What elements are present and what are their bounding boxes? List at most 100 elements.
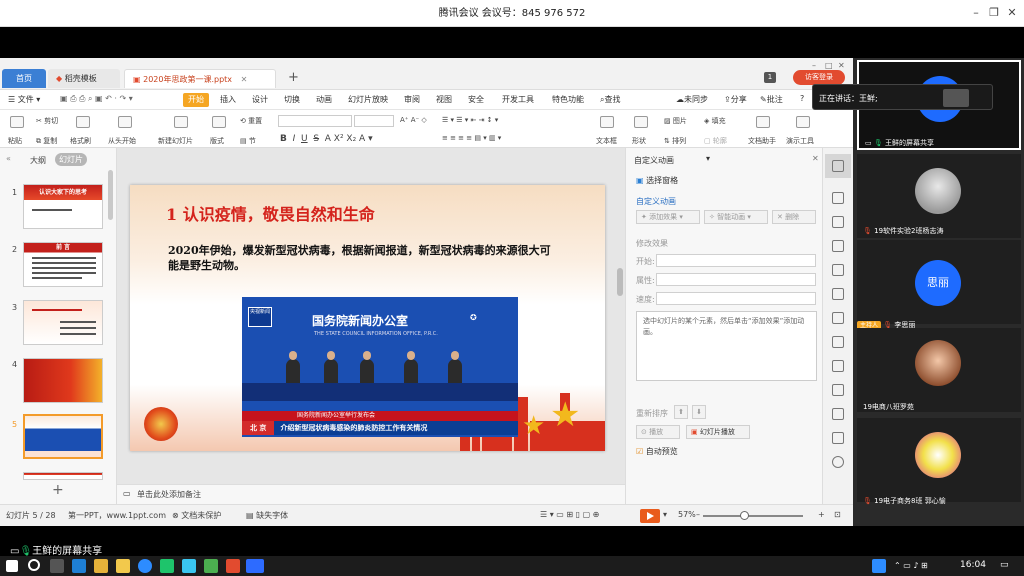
- store-icon[interactable]: [94, 559, 108, 573]
- slide-body-text[interactable]: 2020年伊始，爆发新型冠状病毒，根据新闻报道，新型冠状病毒的来源很大可能是野生…: [168, 243, 558, 273]
- notification-icon[interactable]: ▭: [1000, 560, 1009, 570]
- file-menu[interactable]: ☰ 文件 ▾: [8, 94, 40, 105]
- doc-assist-label[interactable]: 文档助手: [748, 136, 776, 146]
- menu-insert[interactable]: 插入: [220, 94, 236, 105]
- thumbnail-scrollbar[interactable]: [108, 170, 113, 220]
- location-tool-icon[interactable]: [832, 240, 844, 252]
- start-select[interactable]: [656, 254, 816, 267]
- layers-tool-icon[interactable]: [832, 288, 844, 300]
- help-icon[interactable]: ?: [800, 94, 804, 103]
- notes-bar[interactable]: ▭ 单击此处添加备注: [117, 484, 625, 504]
- browser-icon[interactable]: [138, 559, 152, 573]
- image-button[interactable]: ▨ 图片: [664, 116, 687, 126]
- pane-close-icon[interactable]: ✕: [812, 154, 819, 163]
- menu-start[interactable]: 开始: [183, 93, 209, 107]
- design-tool-icon[interactable]: [832, 264, 844, 276]
- tab-slides[interactable]: 幻灯片: [55, 153, 87, 166]
- sync-status[interactable]: ☁未同步: [676, 94, 708, 105]
- new-tab-icon[interactable]: +: [288, 70, 299, 85]
- more-tool-icon[interactable]: [832, 456, 844, 468]
- from-start-icon[interactable]: [118, 116, 132, 128]
- section-button[interactable]: ▤ 节: [240, 136, 256, 146]
- new-slide-label[interactable]: 新建幻灯片: [158, 136, 193, 146]
- font-grow-icons[interactable]: A⁺ A⁻ ◇: [400, 116, 427, 124]
- press-conference-photo[interactable]: 央视新闻 国务院新闻办公室 THE STATE COUNCIL INFORMAT…: [242, 297, 518, 437]
- slideshow-play-button[interactable]: ▣ 幻灯片播放: [686, 425, 750, 439]
- menu-animation[interactable]: 动画: [316, 94, 332, 105]
- zoom-level[interactable]: 57%: [678, 510, 696, 519]
- zoom-in-icon[interactable]: +: [818, 510, 825, 519]
- pane-title[interactable]: 自定义动画: [634, 155, 674, 166]
- arrange-button[interactable]: ⇅ 排列: [664, 136, 686, 146]
- animation-list[interactable]: 选中幻灯片的某个元素，然后单击“添加效果”添加动画。: [636, 311, 817, 381]
- tab-close-icon[interactable]: ✕: [241, 75, 248, 84]
- zoom-slider[interactable]: [703, 515, 803, 517]
- font-name-select[interactable]: [278, 115, 352, 127]
- move-up-icon[interactable]: ⬆: [674, 405, 688, 419]
- search-icon[interactable]: [28, 559, 40, 571]
- presentation-tools-icon[interactable]: [796, 116, 810, 128]
- format-painter-icon[interactable]: [76, 116, 90, 128]
- slide-thumbnail-4[interactable]: [23, 358, 103, 403]
- menu-transition[interactable]: 切换: [284, 94, 300, 105]
- protect-status[interactable]: ⊗ 文档未保护: [172, 510, 221, 521]
- participant-card[interactable]: 🎙 19电子商务8班 郭心愉: [857, 418, 1021, 505]
- tab-document[interactable]: ▣ 2020年思政第一课.pptx ✕: [124, 69, 276, 88]
- fit-window-icon[interactable]: ⊡: [834, 510, 841, 519]
- add-effect-button[interactable]: ✦ 添加效果 ▾: [636, 210, 700, 224]
- task-view-icon[interactable]: [50, 559, 64, 573]
- menu-special[interactable]: 特色功能: [552, 94, 584, 105]
- select-pane-link[interactable]: ▣ 选择窗格: [636, 175, 678, 186]
- minimize-icon[interactable]: –: [968, 5, 984, 21]
- slide-thumbnail-3[interactable]: [23, 300, 103, 345]
- tencent-meeting-icon[interactable]: [246, 559, 264, 573]
- pane-dropdown-icon[interactable]: ▾: [706, 154, 710, 163]
- from-start-label[interactable]: 从头开始: [108, 136, 136, 146]
- property-select[interactable]: [656, 273, 816, 286]
- current-slide[interactable]: 1 认识疫情，敬畏自然和生命 2020年伊始，爆发新型冠状病毒，根据新闻报道，新…: [130, 185, 605, 451]
- slide-title[interactable]: 1 认识疫情，敬畏自然和生命: [166, 201, 375, 225]
- play-dropdown-icon[interactable]: ▾: [663, 510, 667, 519]
- canvas-scrollbar[interactable]: [617, 268, 623, 296]
- copy-button[interactable]: ⧉ 复制: [36, 136, 57, 146]
- tab-template[interactable]: ◆ 稻壳模板: [48, 69, 120, 88]
- pane-tool-icon[interactable]: [832, 192, 844, 204]
- visitor-login-button[interactable]: 访客登录: [793, 70, 845, 85]
- share-button[interactable]: ⇪分享: [724, 94, 747, 105]
- slide-thumbnail-5[interactable]: [23, 414, 103, 459]
- zoom-out-icon[interactable]: –: [696, 510, 700, 519]
- paste-icon[interactable]: [10, 116, 24, 128]
- slide-thumbnail-6[interactable]: [23, 472, 103, 480]
- new-slide-icon[interactable]: [174, 116, 188, 128]
- format-painter-label[interactable]: 格式刷: [70, 136, 91, 146]
- layout-label[interactable]: 版式: [210, 136, 224, 146]
- paste-label[interactable]: 粘贴: [8, 136, 22, 146]
- zoom-slider-knob[interactable]: [740, 511, 749, 520]
- wps-icon[interactable]: [226, 559, 240, 573]
- tray-app-icon[interactable]: [872, 559, 886, 573]
- menu-slideshow[interactable]: 幻灯片放映: [348, 94, 388, 105]
- quick-access-icons[interactable]: ▣ ⎙ ⎙ ⌕ ▣ ↶ · ↷ ▾: [60, 94, 133, 104]
- notes-placeholder[interactable]: 单击此处添加备注: [137, 489, 201, 500]
- menu-devtools[interactable]: 开发工具: [502, 94, 534, 105]
- close-icon[interactable]: ✕: [1004, 5, 1020, 21]
- edge-icon[interactable]: [72, 559, 86, 573]
- cut-button[interactable]: ✂ 剪切: [36, 116, 58, 126]
- restore-icon[interactable]: ❐: [986, 5, 1002, 21]
- chart-tool-icon[interactable]: [832, 336, 844, 348]
- font-size-select[interactable]: [354, 115, 394, 127]
- doc-assist-icon[interactable]: [756, 116, 770, 128]
- star-tool-icon[interactable]: [832, 160, 844, 172]
- participant-card[interactable]: 🎙 19软件实验2班杨志涛: [857, 154, 1021, 238]
- move-down-icon[interactable]: ⬇: [692, 405, 706, 419]
- delete-animation-button[interactable]: ✕ 删除: [772, 210, 816, 224]
- textbox-icon[interactable]: [600, 116, 614, 128]
- menu-review[interactable]: 审阅: [404, 94, 420, 105]
- tab-home[interactable]: 首页: [2, 69, 46, 88]
- slide-thumbnail-1[interactable]: 认识大家下的思考: [23, 184, 103, 229]
- autopreview-checkbox[interactable]: ☑ 自动预览: [636, 446, 678, 457]
- layout-icon[interactable]: [212, 116, 226, 128]
- menu-security[interactable]: 安全: [468, 94, 484, 105]
- settings-tool-icon[interactable]: [832, 408, 844, 420]
- slideshow-play-icon[interactable]: [640, 509, 660, 523]
